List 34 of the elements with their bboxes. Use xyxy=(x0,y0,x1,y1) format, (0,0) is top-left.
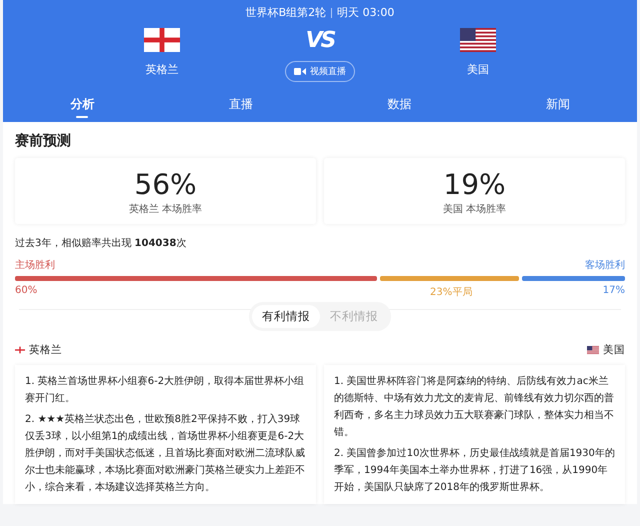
team-name: 英格兰 xyxy=(146,62,178,77)
away-win-label: 客场胜利 xyxy=(585,258,625,272)
team-name: 英格兰 xyxy=(29,343,62,357)
win-rate-caption: 美国 本场胜率 xyxy=(442,202,506,216)
history-text: 过去3年，相似赔率共出现 104038次 xyxy=(15,236,188,250)
team-name: 美国 xyxy=(467,62,489,77)
odds-percent: 17% xyxy=(602,285,625,296)
england-flag-icon xyxy=(144,28,180,52)
vs-label: VS xyxy=(306,28,334,53)
tab[interactable]: 数据 xyxy=(320,90,478,122)
info-tab[interactable]: 有利情报 xyxy=(252,305,320,328)
team-name: 美国 xyxy=(603,343,625,357)
camera-icon xyxy=(294,68,306,75)
odds-percent: 60% xyxy=(15,285,38,296)
info-paragraph: 2. ★★★英格兰状态出色，世欧预8胜2平保持不败，打入39球仅丢3球，以小组第1的成绩出线，首场世界杯小组赛更是6-2大胜伊朗，而对手美国状态低迷，且首场比赛面对欧洲二流球队威尔士也未能赢球，本场比赛面对欧洲豪门英格兰硬实力上差距不小，综合来看，本场建议选择英格兰方向。 xyxy=(25,412,306,495)
win-rate-value: 19% xyxy=(443,168,506,202)
section-title: 赛前预测 xyxy=(15,132,72,150)
usa-flag-icon xyxy=(587,346,599,354)
win-rate-caption: 英格兰 本场胜率 xyxy=(128,202,202,216)
info-paragraph: 2. 美国曾参加过10次世界杯，历史最佳战绩就是首届1930年的季军，1994年美国本土举办世界杯，打进了16强，从1990年开始，美国队只缺席了2018年的俄罗斯世界杯。 xyxy=(334,446,615,495)
cross-icon xyxy=(15,345,25,355)
tab[interactable]: 新闻 xyxy=(478,90,637,122)
info-paragraph: 1. 美国世界杯阵容门将是阿森纳的特纳、后防线有效力ac米兰的德斯特、中场有效力尤文的麦肯尼、前锋线有效力切尔西的普利西奇，多名主力球员效力五大联赛豪门球队，整体实力相当不错。 xyxy=(334,374,615,440)
match-info: 世界杯B组第2轮 xyxy=(246,5,326,20)
home-win-label: 主场胜利 xyxy=(15,258,55,272)
tab[interactable]: 分析 xyxy=(3,90,162,122)
info-tab[interactable]: 不利情报 xyxy=(320,305,388,328)
tab[interactable]: 直播 xyxy=(162,90,320,122)
win-rate-value: 56% xyxy=(134,168,197,202)
match-time: 明天 03:00 xyxy=(337,5,394,20)
live-video-button[interactable]: 视频直播 xyxy=(285,61,355,82)
odds-percent: 23%平局 xyxy=(430,287,472,298)
info-paragraph: 1. 英格兰首场世界杯小组赛6-2大胜伊朗，取得本届世界杯小组赛开门红。 xyxy=(25,374,306,406)
usa-flag-icon xyxy=(460,28,496,52)
